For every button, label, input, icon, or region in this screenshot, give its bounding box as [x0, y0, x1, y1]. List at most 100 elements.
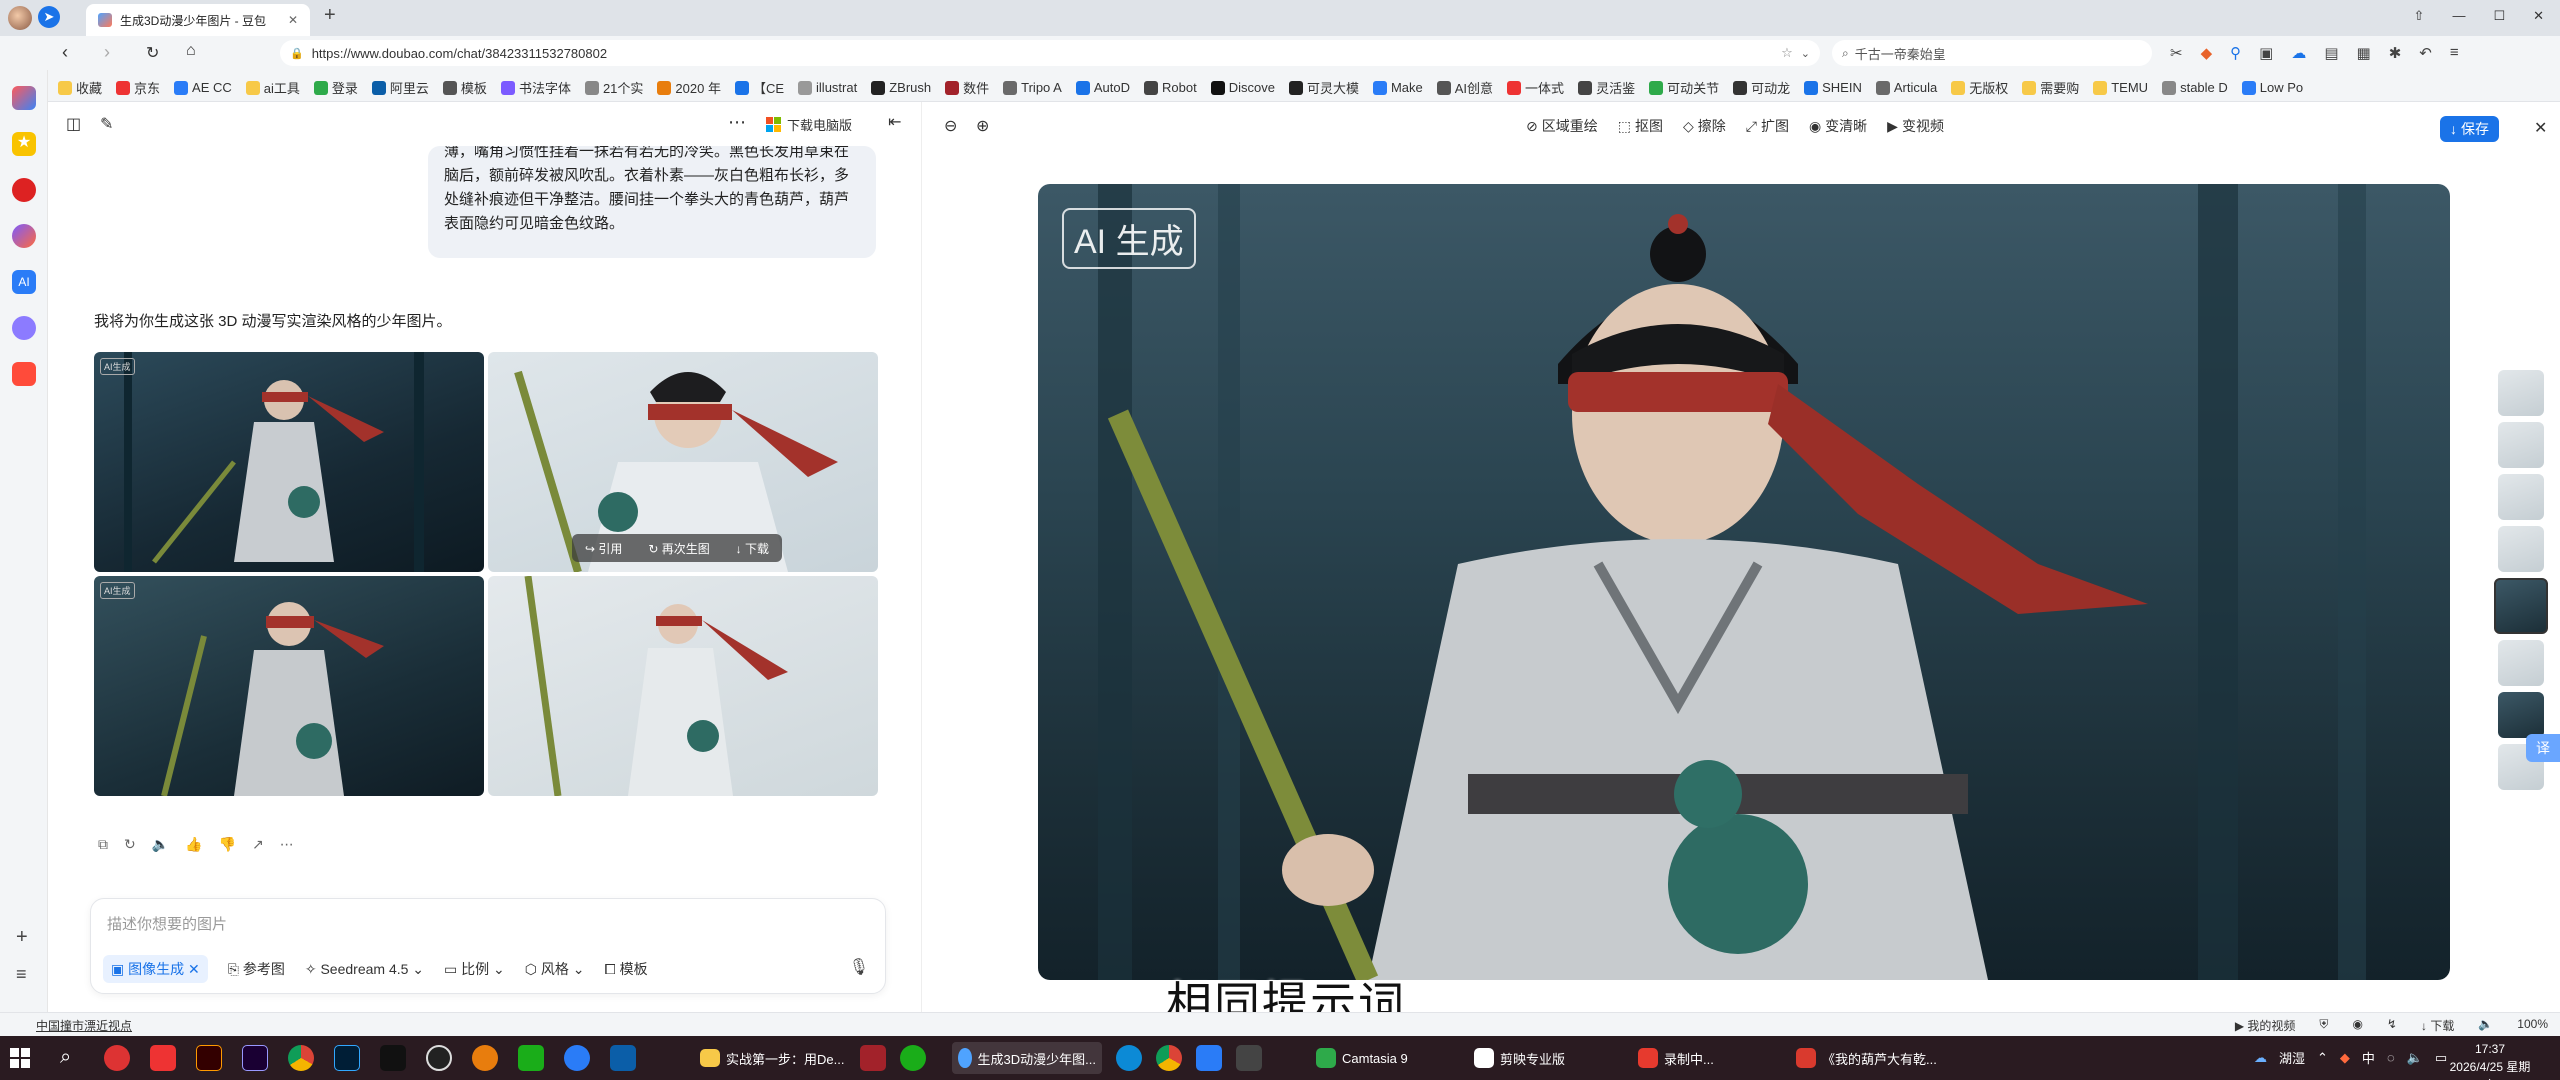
url-field[interactable]: 🔒 https://www.doubao.com/chat/3842331153… — [280, 40, 1820, 66]
new-chat-icon[interactable]: ✎ — [100, 114, 113, 134]
bookmark-item[interactable]: AI创意 — [1436, 78, 1493, 97]
strip-thumb-1[interactable] — [2498, 370, 2544, 416]
maximize-button[interactable]: ☐ — [2493, 8, 2505, 24]
bookmark-item[interactable]: SHEIN — [1804, 78, 1862, 97]
bookmark-item[interactable]: 可动龙 — [1733, 78, 1790, 97]
tool-inpaint[interactable]: ⊘ 区域重绘 — [1526, 116, 1598, 136]
dock-app-3-icon[interactable] — [12, 178, 36, 202]
strip-thumb-4[interactable] — [2498, 526, 2544, 572]
eye-icon[interactable]: ◉ — [2352, 1017, 2362, 1034]
extension-icon[interactable]: ◆ — [2201, 44, 2213, 62]
bookmark-item[interactable]: ZBrush — [871, 78, 931, 97]
bookmark-item[interactable]: ai工具 — [245, 78, 300, 97]
dock-game-icon[interactable] — [12, 362, 36, 386]
weather-text[interactable]: 湖湿 — [2279, 1048, 2305, 1067]
taskbar-app-6[interactable]: 《我的葫芦大有乾... — [1796, 1042, 1937, 1074]
minimize-button[interactable]: — — [2452, 8, 2465, 24]
after-effects-icon[interactable] — [242, 1045, 268, 1071]
bookmark-star-icon[interactable]: ☆ — [1781, 45, 1793, 61]
bookmark-item[interactable]: stable D — [2162, 78, 2228, 97]
bookmark-item[interactable]: Discove — [1210, 78, 1275, 97]
template-chip[interactable]: ⧠ 模板 — [605, 959, 648, 979]
download-action[interactable]: ↓ 下载 — [736, 540, 769, 557]
puzzle-app-icon[interactable] — [1236, 1045, 1262, 1071]
tool-to-video[interactable]: ▶ 变视频 — [1887, 116, 1944, 136]
chrome-2-icon[interactable] — [1156, 1045, 1182, 1071]
taskbar-app-3[interactable]: Camtasia 9 — [1316, 1042, 1408, 1074]
tab-close-icon[interactable]: ✕ — [288, 13, 298, 27]
close-viewer-icon[interactable]: ✕ — [2534, 118, 2547, 138]
close-window-button[interactable]: ✕ — [2533, 8, 2544, 24]
bookmark-item[interactable]: 登录 — [313, 78, 358, 97]
download-desktop-button[interactable]: 下载电脑版 — [766, 112, 852, 136]
bookmark-item[interactable]: 21个实 — [584, 78, 643, 97]
downloads-link[interactable]: ↓ 下载 — [2421, 1017, 2454, 1034]
bookmark-item[interactable]: Low Po — [2241, 78, 2303, 97]
bookmark-item[interactable]: 可动关节 — [1649, 78, 1719, 97]
wechat-icon[interactable] — [900, 1045, 926, 1071]
bookmark-item[interactable]: TEMU — [2093, 78, 2148, 97]
prompt-field[interactable]: 描述你想要的图片 — [107, 913, 227, 934]
model-select[interactable]: ✧ Seedream 4.5 ⌄ — [305, 961, 424, 978]
share-icon[interactable]: ↗ — [252, 836, 264, 853]
speed-icon[interactable]: ↯ — [2387, 1017, 2397, 1034]
generated-image-4[interactable] — [488, 576, 878, 796]
bookmark-item[interactable]: 数件 — [945, 78, 989, 97]
sidebar-toggle-icon[interactable]: ◫ — [66, 114, 81, 134]
speaker-icon[interactable]: 🔈 — [152, 836, 169, 853]
bookmark-item[interactable]: 书法字体 — [500, 78, 571, 97]
generated-image-1[interactable]: AI生成 — [94, 352, 484, 572]
bookmark-item[interactable]: illustrat — [798, 78, 857, 97]
regenerate-action[interactable]: ↻ 再次生图 — [648, 540, 709, 557]
tool-cutout[interactable]: ⬚ 抠图 — [1618, 116, 1663, 136]
status-news-link[interactable]: 中国撞市漂近视点 — [36, 1017, 132, 1034]
translate-button[interactable]: 译 — [2526, 734, 2560, 762]
dock-star-icon[interactable]: ★ — [12, 132, 36, 156]
strip-thumb-3[interactable] — [2498, 474, 2544, 520]
browser-logo-icon[interactable]: ➤ — [38, 6, 60, 28]
bookmark-item[interactable]: 阿里云 — [371, 78, 429, 97]
photoshop-icon[interactable] — [334, 1045, 360, 1071]
tray-chevron-icon[interactable]: ⌃ — [2317, 1050, 2328, 1066]
tool-enhance[interactable]: ◉ 变清晰 — [1809, 116, 1867, 136]
strip-thumb-5-selected[interactable] — [2494, 578, 2548, 634]
new-tab-button[interactable]: + — [324, 4, 336, 27]
bookmark-item[interactable]: 一体式 — [1507, 78, 1564, 97]
taskbar-app-1[interactable]: 实战第一步：用De... — [700, 1042, 844, 1074]
volume-icon[interactable]: 🔈 — [2407, 1050, 2423, 1066]
quote-action[interactable]: ↪ 引用 — [585, 540, 622, 557]
dock-add-icon[interactable]: + — [16, 926, 28, 949]
tab-current[interactable]: 生成3D动漫少年图片 - 豆包 ✕ — [86, 4, 310, 36]
tiktok-icon[interactable] — [380, 1045, 406, 1071]
collapse-panel-icon[interactable]: ⇤ — [888, 112, 901, 132]
edge-icon[interactable] — [1116, 1045, 1142, 1071]
taskbar-search-icon[interactable]: ⌕ — [60, 1046, 71, 1069]
shield-app-icon[interactable] — [610, 1045, 636, 1071]
zoom-out-icon[interactable]: ⊖ — [944, 116, 957, 136]
reload-icon[interactable]: ↻ — [146, 43, 159, 63]
style-select[interactable]: ⬡ 风格 ⌄ — [525, 959, 585, 979]
weather-icon[interactable]: ☁ — [2254, 1050, 2267, 1066]
dock-menu-icon[interactable]: ≡ — [16, 964, 27, 985]
netease-icon[interactable] — [104, 1045, 130, 1071]
bookmark-item[interactable]: 京东 — [116, 78, 160, 97]
screen-icon[interactable]: ▣ — [2259, 44, 2273, 62]
shield-icon[interactable]: ⛨ — [2319, 1017, 2328, 1034]
blue-app-icon[interactable] — [564, 1045, 590, 1071]
reference-image-chip[interactable]: ⎘ 参考图 — [228, 959, 285, 979]
search-box[interactable]: ⌕ 千古一帝秦始皇 — [1832, 40, 2152, 66]
tool-erase[interactable]: ◇ 擦除 — [1683, 116, 1726, 136]
bookmark-item[interactable]: 可灵大模 — [1288, 78, 1359, 97]
bookmark-item[interactable]: Make — [1372, 78, 1423, 97]
bookmark-item[interactable]: 灵活鉴 — [1578, 78, 1635, 97]
dock-app-4-icon[interactable] — [12, 224, 36, 248]
taskbar-app-4[interactable]: 剪映专业版 — [1474, 1042, 1565, 1074]
blender-icon[interactable] — [472, 1045, 498, 1071]
undo-icon[interactable]: ↶ — [2419, 44, 2432, 62]
input-method[interactable]: 中 — [2362, 1048, 2375, 1067]
profile-avatar[interactable] — [8, 6, 32, 30]
strip-thumb-2[interactable] — [2498, 422, 2544, 468]
green-app-icon[interactable] — [518, 1045, 544, 1071]
bookmark-item[interactable]: Tripo A — [1003, 78, 1062, 97]
game-icon[interactable]: ▤ — [2324, 44, 2338, 62]
